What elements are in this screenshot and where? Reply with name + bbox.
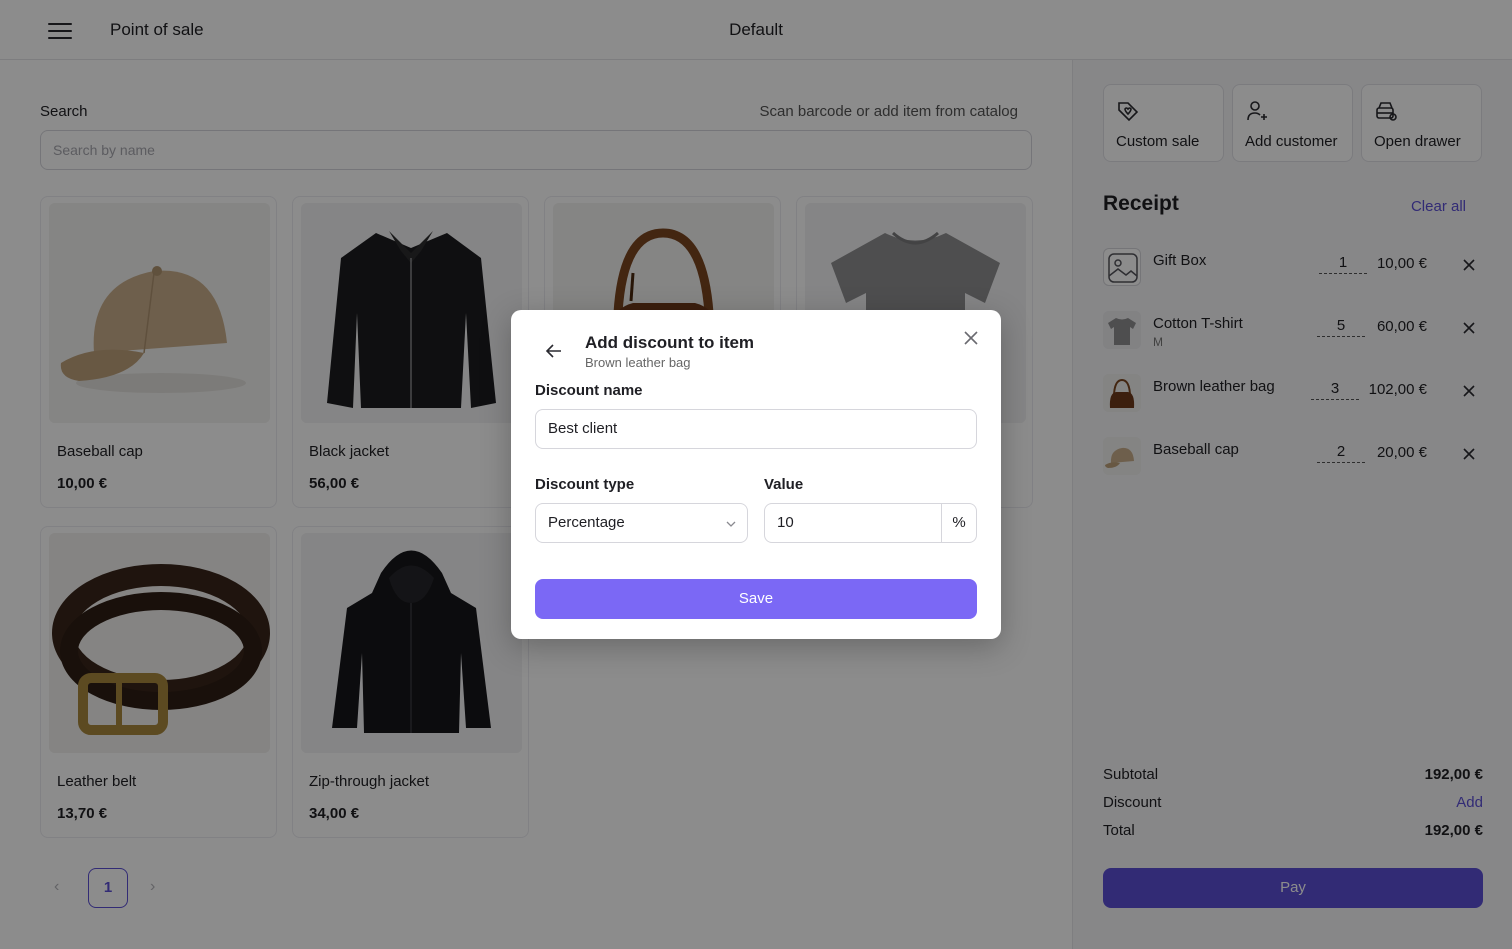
add-discount-dialog: Add discount to item Brown leather bag D…	[511, 310, 1001, 639]
save-button[interactable]: Save	[535, 579, 977, 619]
discount-type-select[interactable]: Percentage	[535, 503, 748, 543]
discount-name-input[interactable]: Best client	[535, 409, 977, 449]
close-icon[interactable]	[961, 328, 981, 348]
discount-value: 10	[777, 514, 794, 531]
discount-name-label: Discount name	[535, 382, 643, 399]
value-label: Value	[764, 476, 804, 493]
discount-value-input[interactable]: 10 %	[764, 503, 977, 543]
back-arrow-icon[interactable]	[543, 340, 565, 362]
chevron-down-icon	[726, 521, 736, 527]
discount-type-value: Percentage	[548, 514, 625, 531]
dialog-title: Add discount to item	[585, 333, 755, 352]
discount-type-label: Discount type	[535, 476, 635, 493]
percent-unit: %	[941, 504, 976, 542]
dialog-subtitle: Brown leather bag	[585, 355, 691, 370]
